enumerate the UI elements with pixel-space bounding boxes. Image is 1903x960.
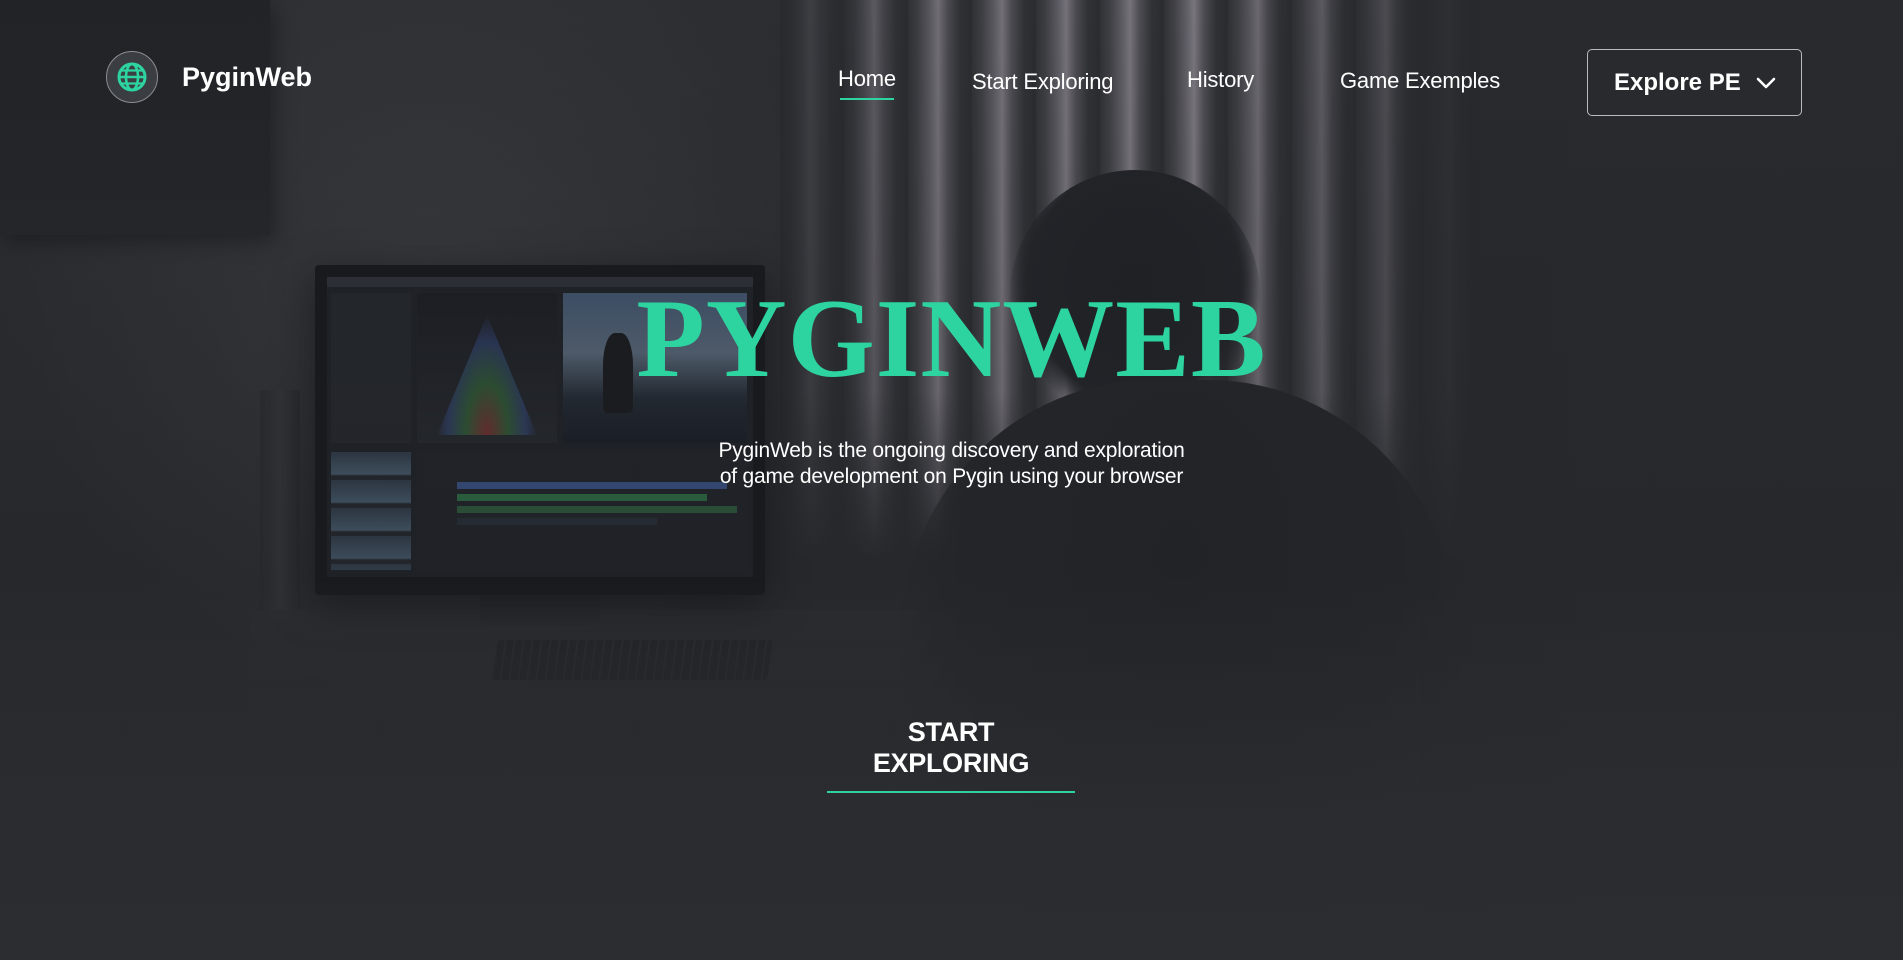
globe-icon [106,51,158,103]
nav-link-start-exploring[interactable]: Start Exploring [972,69,1113,95]
hero-subtitle: PyginWeb is the ongoing discovery and ex… [0,438,1903,490]
hero-subtitle-line-1: PyginWeb is the ongoing discovery and ex… [718,439,1185,462]
brand-name: PyginWeb [182,61,313,92]
brand[interactable]: PyginWeb [106,51,312,103]
nav-link-history[interactable]: History [1187,67,1254,93]
chevron-down-icon [1755,72,1777,99]
nav-link-home[interactable]: Home [838,66,896,100]
hero-subtitle-line-2: of game development on Pygin using your … [719,465,1184,488]
nav-link-game-exemples[interactable]: Game Exemples [1340,68,1500,94]
page: PyginWeb Home Start Exploring History Ga… [0,0,1903,960]
explore-pe-dropdown-button[interactable]: Explore PE [1587,49,1802,116]
start-exploring-cta[interactable]: START EXPLORING [827,717,1075,793]
explore-pe-label: Explore PE [1614,68,1741,96]
hero-title: PYGINWEB [636,277,1267,401]
